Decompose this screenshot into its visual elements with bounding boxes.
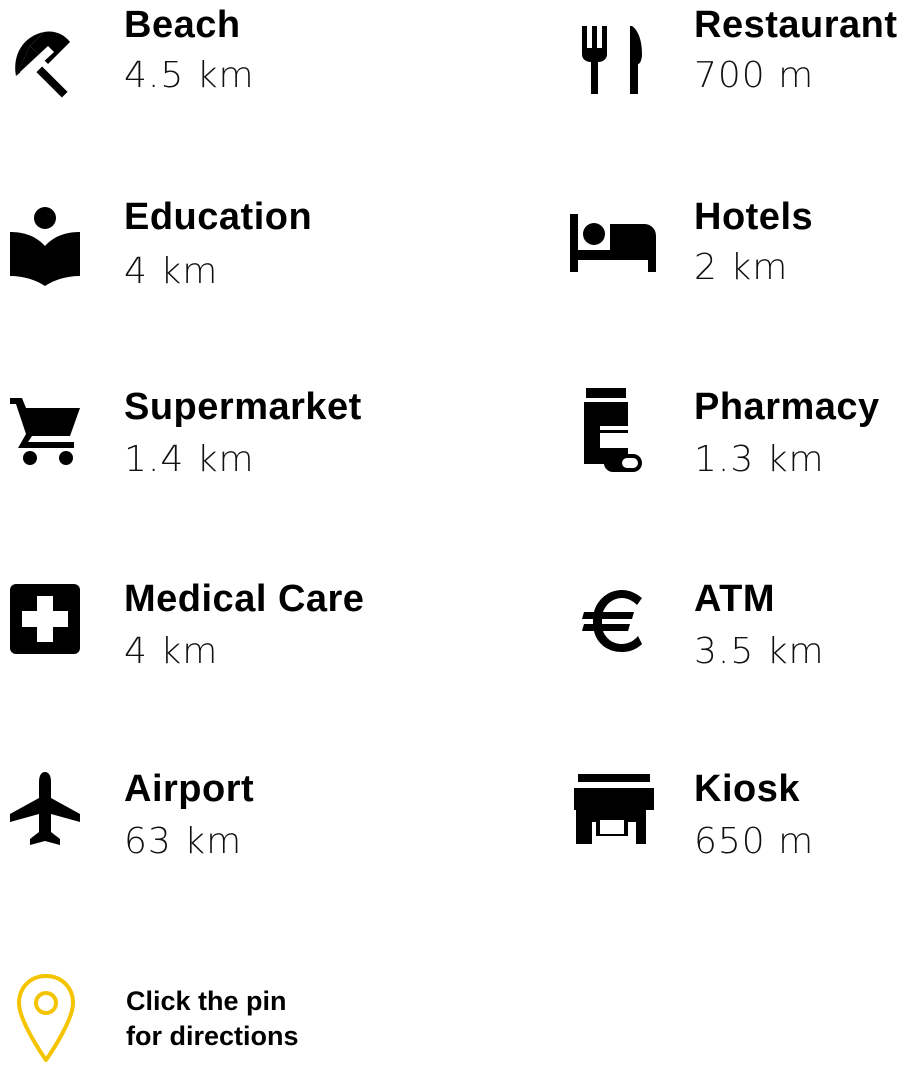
euro-icon [580,578,670,678]
restaurant-icon [580,0,670,100]
amenity-atm: ATM 3.5 km [580,578,918,688]
amenity-name: Beach [124,4,241,46]
directions-hint-text: Click the pin for directions [126,984,299,1054]
amenity-restaurant: Restaurant 700 m [580,0,918,110]
hotel-bed-icon [570,196,660,296]
amenity-name: Supermarket [124,386,362,428]
amenity-name: Airport [124,768,255,810]
amenity-name: Restaurant [694,4,898,46]
amenity-distance: 3.5 km [694,631,825,672]
amenity-education: Education 4 km [10,196,410,306]
amenity-distance: 700 m [694,55,815,96]
amenity-airport: Airport 63 km [10,768,410,878]
amenity-distance: 4 km [124,631,219,672]
amenity-distance: 1.3 km [694,439,825,480]
amenity-hotels: Hotels 2 km [570,196,918,306]
amenity-distance: 63 km [124,821,243,862]
amenity-name: ATM [694,578,775,620]
amenity-name: Pharmacy [694,386,880,428]
amenity-beach: Beach 4.5 km [10,0,410,110]
amenity-name: Hotels [694,196,814,238]
directions-hint-line1: Click the pin [126,986,287,1016]
medical-cross-icon [10,578,100,678]
map-pin-icon[interactable] [14,972,78,1068]
amenity-distance: 2 km [694,247,789,288]
amenity-supermarket: Supermarket 1.4 km [10,386,410,496]
amenity-kiosk: Kiosk 650 m [574,768,918,878]
amenity-distance: 4.5 km [124,55,255,96]
beach-umbrella-icon [10,0,100,100]
directions-hint-line2: for directions [126,1021,299,1051]
amenity-name: Kiosk [694,768,800,810]
amenity-name: Education [124,196,313,238]
amenity-medical-care: Medical Care 4 km [10,578,410,688]
amenity-distance: 1.4 km [124,439,255,480]
shopping-cart-icon [10,386,100,486]
amenity-distance: 650 m [694,821,815,862]
amenity-name: Medical Care [124,578,365,620]
pharmacy-icon [580,386,670,486]
directions-hint[interactable]: Click the pin for directions [10,972,370,1068]
education-icon [10,196,100,296]
airplane-icon [10,768,100,868]
amenity-distance: 4 km [124,251,219,292]
amenity-pharmacy: Pharmacy 1.3 km [580,386,918,496]
store-icon [574,768,664,868]
